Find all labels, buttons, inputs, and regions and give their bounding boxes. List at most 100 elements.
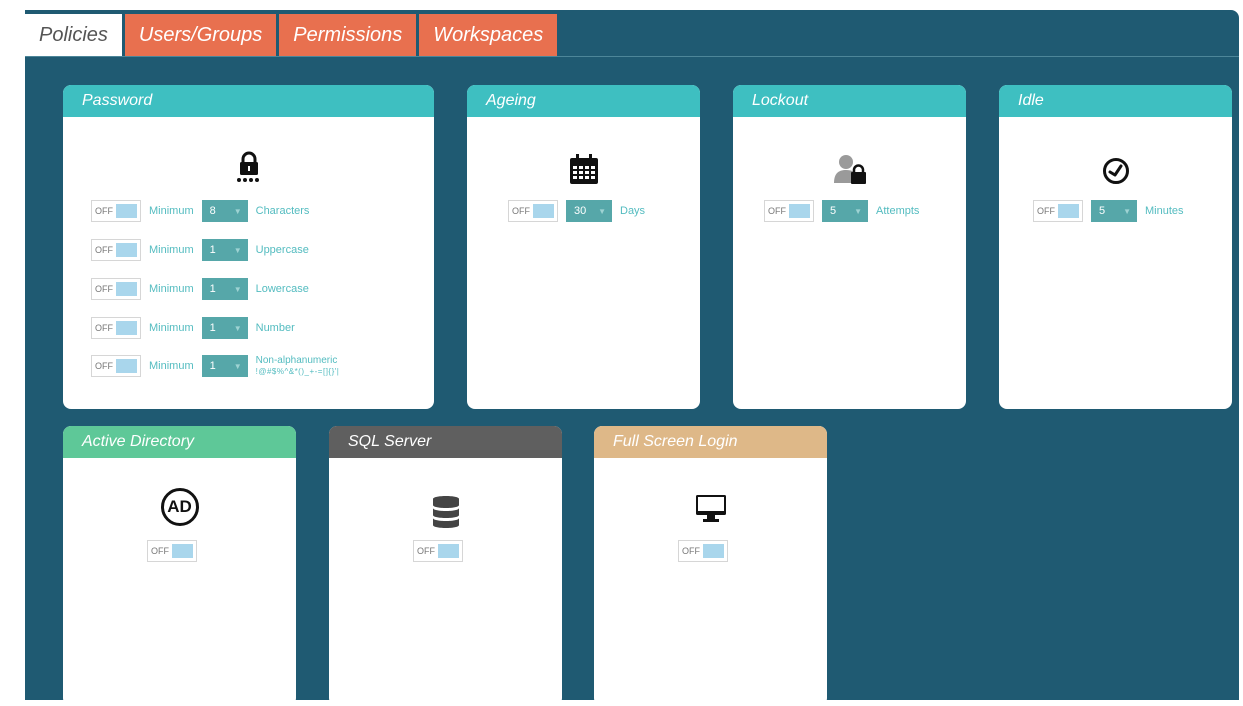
row-prefix: Minimum <box>149 283 194 295</box>
toggle-knob <box>116 321 137 335</box>
password-card: Password OFF Minimum 8 ▼ Characters OFF M… <box>63 85 434 409</box>
idle-card: Idle OFF 5 ▼ Minutes <box>999 85 1232 409</box>
toggle-off-label: OFF <box>682 546 700 556</box>
toggle-off-label: OFF <box>512 206 530 216</box>
row-suffix: Minutes <box>1145 205 1184 217</box>
row-suffix-symbols: !@#$%^&*()_+-=[]{}'| <box>255 367 340 376</box>
value-select[interactable]: 1 ▼ <box>201 317 248 339</box>
idle-row: OFF 5 ▼ Minutes <box>1033 200 1192 222</box>
toggle-off-label: OFF <box>95 206 113 216</box>
select-value: 5 <box>1099 205 1106 217</box>
toggle-switch[interactable]: OFF <box>91 239 141 261</box>
password-row-characters: OFF Minimum 8 ▼ Characters <box>91 200 317 222</box>
select-value: 1 <box>209 283 216 295</box>
toggle-switch[interactable]: OFF <box>91 355 141 377</box>
ageing-card: Ageing OFF 30 ▼ Days <box>467 85 700 409</box>
password-row-number: OFF Minimum 1 ▼ Number <box>91 317 303 339</box>
calendar-icon <box>467 153 700 185</box>
row-prefix: Minimum <box>149 322 194 334</box>
caret-down-icon: ▼ <box>233 361 242 371</box>
sql-server-card: SQL Server OFF <box>329 426 562 706</box>
password-row-lowercase: OFF Minimum 1 ▼ Lowercase <box>91 278 317 300</box>
toggle-switch[interactable]: OFF <box>91 278 141 300</box>
ageing-row: OFF 30 ▼ Days <box>508 200 653 222</box>
value-select[interactable]: 1 ▼ <box>201 278 248 300</box>
row-suffix: Uppercase <box>255 244 309 256</box>
card-title: Lockout <box>733 85 966 117</box>
row-suffix: Days <box>620 205 646 217</box>
active-directory-card: Active Directory AD OFF <box>63 426 296 706</box>
row-suffix-group: Non-alphanumeric !@#$%^&*()_+-=[]{}'| <box>256 355 340 377</box>
password-row-non-alphanumeric: OFF Minimum 1 ▼ Non-alphanumeric !@#$%^&*… <box>91 355 339 377</box>
toggle-switch[interactable]: OFF <box>1033 200 1083 222</box>
caret-down-icon: ▼ <box>233 245 242 255</box>
tab-bar: Policies Users/Groups Permissions Worksp… <box>25 14 560 56</box>
monitor-icon <box>594 492 827 524</box>
lockout-attempts-select[interactable]: 5 ▼ <box>822 200 868 222</box>
toggle-off-label: OFF <box>95 361 113 371</box>
card-title: Full Screen Login <box>594 426 827 458</box>
toggle-switch[interactable]: OFF <box>764 200 814 222</box>
toggle-off-label: OFF <box>417 546 435 556</box>
row-prefix: Minimum <box>149 360 194 372</box>
card-title: Active Directory <box>63 426 296 458</box>
row-suffix: Characters <box>255 205 310 217</box>
ad-icon-text: AD <box>160 488 199 526</box>
row-suffix: Lowercase <box>255 283 309 295</box>
select-value: 1 <box>209 322 216 334</box>
row-suffix: Attempts <box>876 205 920 217</box>
toggle-off-label: OFF <box>95 284 113 294</box>
tab-divider <box>25 56 1239 57</box>
toggle-switch[interactable]: OFF <box>91 200 141 222</box>
sql-server-row: OFF <box>413 540 463 562</box>
toggle-knob <box>116 204 137 218</box>
toggle-switch[interactable]: OFF <box>508 200 558 222</box>
value-select[interactable]: 8 ▼ <box>201 200 248 222</box>
toggle-knob <box>172 544 193 558</box>
row-suffix: Number <box>255 322 295 334</box>
toggle-switch[interactable]: OFF <box>147 540 197 562</box>
password-lock-icon <box>63 149 434 183</box>
toggle-knob <box>703 544 724 558</box>
database-icon <box>329 494 562 530</box>
idle-minutes-select[interactable]: 5 ▼ <box>1091 200 1137 222</box>
toggle-knob <box>116 359 137 373</box>
toggle-switch[interactable]: OFF <box>91 317 141 339</box>
select-value: 8 <box>209 205 216 217</box>
row-suffix: Non-alphanumeric <box>255 355 338 366</box>
toggle-knob <box>438 544 459 558</box>
caret-down-icon: ▼ <box>598 206 606 216</box>
ageing-days-select[interactable]: 30 ▼ <box>566 200 612 222</box>
clock-icon <box>999 157 1232 185</box>
tab-users-groups[interactable]: Users/Groups <box>124 14 277 56</box>
card-title: Idle <box>999 85 1232 117</box>
select-value: 5 <box>830 205 837 217</box>
tab-policies[interactable]: Policies <box>25 14 122 56</box>
select-value: 30 <box>574 205 587 217</box>
value-select[interactable]: 1 ▼ <box>201 239 248 261</box>
caret-down-icon: ▼ <box>233 284 242 294</box>
toggle-knob <box>533 204 554 218</box>
toggle-off-label: OFF <box>95 245 113 255</box>
card-title: SQL Server <box>329 426 562 458</box>
toggle-knob <box>116 243 137 257</box>
toggle-off-label: OFF <box>95 323 113 333</box>
caret-down-icon: ▼ <box>1123 206 1131 216</box>
select-value: 1 <box>209 360 216 372</box>
toggle-switch[interactable]: OFF <box>678 540 728 562</box>
tab-workspaces[interactable]: Workspaces <box>419 14 558 56</box>
toggle-off-label: OFF <box>768 206 786 216</box>
row-prefix: Minimum <box>149 244 194 256</box>
select-value: 1 <box>209 244 216 256</box>
toggle-off-label: OFF <box>151 546 169 556</box>
toggle-knob <box>116 282 137 296</box>
tab-permissions[interactable]: Permissions <box>279 14 417 56</box>
password-row-uppercase: OFF Minimum 1 ▼ Uppercase <box>91 239 317 261</box>
card-title: Password <box>63 85 434 117</box>
toggle-switch[interactable]: OFF <box>413 540 463 562</box>
full-screen-login-row: OFF <box>678 540 728 562</box>
lockout-row: OFF 5 ▼ Attempts <box>764 200 927 222</box>
caret-down-icon: ▼ <box>233 206 242 216</box>
toggle-knob <box>789 204 810 218</box>
value-select[interactable]: 1 ▼ <box>201 355 248 377</box>
